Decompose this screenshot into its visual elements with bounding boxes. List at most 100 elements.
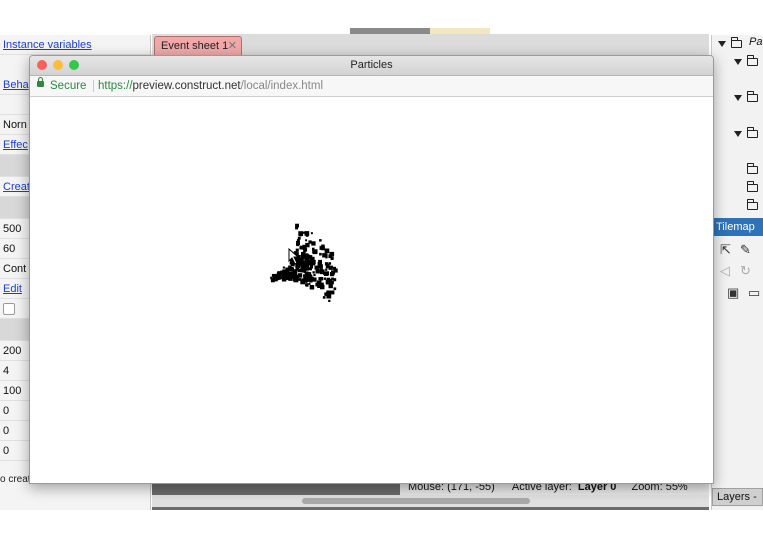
folder-icon[interactable] xyxy=(746,199,758,210)
expand-arrow-icon[interactable] xyxy=(734,131,742,137)
particle xyxy=(308,282,311,285)
particle xyxy=(282,266,285,269)
project-panel: Pa ⇱ ✎ ◁ ↻ ▣ ▭ xyxy=(711,35,763,510)
particle xyxy=(310,232,313,235)
particle-system xyxy=(270,223,338,302)
particle xyxy=(333,287,337,291)
folder-icon[interactable] xyxy=(746,181,758,192)
particle xyxy=(302,254,307,260)
tab-layers[interactable]: Layers - xyxy=(712,488,763,506)
particle xyxy=(330,280,334,285)
particle xyxy=(319,277,324,281)
save-icon[interactable]: ▣ xyxy=(727,286,739,300)
particle xyxy=(305,271,309,274)
tilemap-panel-header[interactable]: Tilemap xyxy=(712,218,763,236)
tab-event-sheet-1[interactable]: Event sheet 1 ✕ xyxy=(154,36,242,56)
particle xyxy=(305,280,308,283)
particle xyxy=(305,234,309,237)
particle xyxy=(326,290,331,295)
create-link[interactable]: Creat xyxy=(3,181,30,193)
particle xyxy=(309,255,313,259)
particle xyxy=(312,271,315,274)
particle xyxy=(293,276,297,281)
particle xyxy=(319,239,322,242)
particle xyxy=(271,277,274,280)
url-text[interactable]: https://preview.construct.net/local/inde… xyxy=(98,76,323,96)
folder-icon[interactable] xyxy=(730,37,742,48)
expand-arrow-icon[interactable] xyxy=(718,41,726,47)
particle xyxy=(329,251,335,257)
type-value: Cont xyxy=(3,263,27,275)
address-bar[interactable]: Secure https://preview.construct.net/loc… xyxy=(30,76,713,97)
preview-browser-window[interactable]: Particles Secure https://preview.constru… xyxy=(29,55,714,484)
spray-cone-value: 60 xyxy=(3,243,16,255)
blend-mode-value: Norn xyxy=(3,119,27,131)
game-viewport[interactable] xyxy=(30,97,713,483)
expand-arrow-icon[interactable] xyxy=(734,95,742,101)
particle xyxy=(293,272,298,276)
edit-image-link[interactable]: Edit xyxy=(3,283,22,295)
flip-tool-icon[interactable]: ◁ xyxy=(720,264,730,278)
particle xyxy=(325,279,331,285)
particle xyxy=(303,276,307,280)
particle xyxy=(281,273,287,278)
particle xyxy=(311,241,316,246)
behaviors-link[interactable]: Beha xyxy=(3,79,29,91)
particle xyxy=(306,284,309,287)
url-path: /local/index.html xyxy=(240,80,324,92)
close-icon[interactable]: ✕ xyxy=(228,37,237,55)
particle xyxy=(328,299,331,302)
pencil-tool-icon[interactable]: ✎ xyxy=(740,243,751,257)
rate-value: 500 xyxy=(3,223,22,235)
particle xyxy=(298,231,304,236)
particle xyxy=(303,274,306,277)
minimize-window-button[interactable] xyxy=(53,60,63,70)
particle xyxy=(331,291,334,295)
zoom-window-button[interactable] xyxy=(69,60,79,70)
checkbox[interactable] xyxy=(3,303,15,316)
particle xyxy=(319,252,322,256)
particle xyxy=(331,277,334,281)
particle xyxy=(325,268,328,271)
particle xyxy=(288,276,293,281)
particle xyxy=(291,271,294,274)
close-window-button[interactable] xyxy=(37,60,47,70)
particle xyxy=(309,285,315,290)
opacity-value: 100 xyxy=(3,385,22,397)
particle xyxy=(315,282,320,287)
folder-icon[interactable] xyxy=(746,163,758,174)
folder-icon[interactable] xyxy=(746,127,758,138)
scrollbar-thumb[interactable] xyxy=(302,498,530,504)
instance-variables-link[interactable]: Instance variables xyxy=(3,39,92,51)
particle xyxy=(330,272,335,277)
pointer-tool-icon[interactable]: ⇱ xyxy=(720,243,731,257)
particle xyxy=(323,271,327,276)
particle xyxy=(289,268,293,271)
window-title: Particles xyxy=(350,59,393,71)
folder-icon[interactable] xyxy=(746,55,758,66)
particle xyxy=(305,239,308,242)
url-scheme: https:// xyxy=(98,80,133,92)
effects-link[interactable]: Effec xyxy=(3,139,28,151)
window-titlebar[interactable]: Particles xyxy=(30,56,713,76)
rotate-tool-icon[interactable]: ↻ xyxy=(740,264,751,278)
particle xyxy=(318,264,323,269)
particle xyxy=(310,261,313,264)
folder-icon[interactable] xyxy=(746,91,758,102)
folder-label: Pa xyxy=(749,36,763,48)
particle xyxy=(296,243,300,247)
particle xyxy=(321,246,325,251)
particle xyxy=(297,273,303,278)
url-host: preview.construct.net xyxy=(132,80,241,92)
prop-row-instance-variables[interactable]: Instance variables xyxy=(0,35,150,55)
value-c: 0 xyxy=(3,445,10,457)
expand-arrow-icon[interactable] xyxy=(734,59,742,65)
particle xyxy=(325,256,328,259)
open-folder-icon[interactable]: ▭ xyxy=(748,286,760,300)
particle xyxy=(297,236,301,240)
particle xyxy=(328,265,333,270)
particle xyxy=(316,280,320,283)
particle xyxy=(301,260,306,265)
particle xyxy=(272,273,277,278)
particle xyxy=(324,248,330,254)
